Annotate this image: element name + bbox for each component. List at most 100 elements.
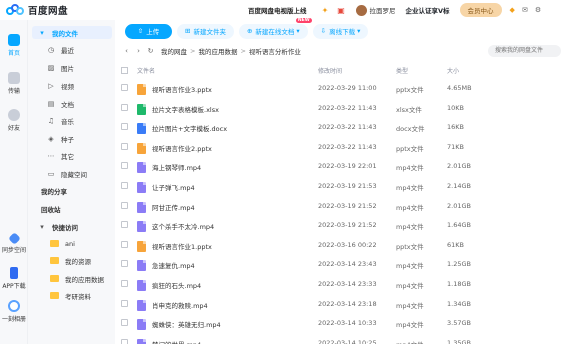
row-checkbox[interactable] <box>121 84 128 91</box>
sidebar-item-my-share[interactable]: 我的分享 <box>32 184 112 197</box>
table-row[interactable]: 这个杀手不太冷.mp4 2022-03-19 21:52 mp4文件 1.64GB <box>115 215 563 234</box>
row-checkbox[interactable] <box>121 182 128 189</box>
mp4-file-icon <box>137 280 146 291</box>
file-name[interactable]: 楚门的世界.mp4 <box>152 339 201 344</box>
file-name[interactable]: 海上钢琴师.mp4 <box>152 162 201 172</box>
tv-version-promo-link[interactable]: 百度网盘电视版上线 <box>248 5 307 15</box>
row-checkbox[interactable] <box>121 299 128 307</box>
table-row[interactable]: 视听语言作业3.pptx 2022-03-29 11:00 pptx文件 4.65MB <box>115 78 563 97</box>
avatar[interactable] <box>355 4 367 16</box>
table-row[interactable]: 急速复仇.mp4 2022-03-14 23:43 mp4文件 1.25GB <box>115 254 563 273</box>
quick-folder-ani[interactable]: ani <box>32 237 112 250</box>
table-row[interactable]: 楚门的世界.mp4 2022-03-14 10:25 mp4文件 1.35GB <box>115 333 563 344</box>
quick-access-header[interactable]: ▾ 快捷访问 <box>32 220 112 233</box>
sidebar-item-my-files[interactable]: ▾ 我的文件 <box>32 26 112 39</box>
file-name[interactable]: 阿甘正传.mp4 <box>152 202 195 212</box>
file-size: 61KB <box>447 240 464 249</box>
refresh-icon[interactable]: ↻ <box>146 47 155 55</box>
table-row[interactable]: 阿甘正传.mp4 2022-03-19 21:52 mp4文件 2.01GB <box>115 196 563 215</box>
rail-album[interactable]: 一刻相册 <box>0 300 28 323</box>
file-name[interactable]: 视听语言作业2.pptx <box>152 143 212 153</box>
row-checkbox[interactable] <box>121 338 128 344</box>
row-checkbox[interactable] <box>121 201 128 209</box>
file-name[interactable]: 拉片图片+文字模板.docx <box>152 123 227 133</box>
offline-download-button[interactable]: ⇩ 离线下载 ▾ <box>312 23 369 39</box>
table-row[interactable]: 拉片图片+文字模板.docx 2022-03-22 11:43 docx文件 16KB <box>115 117 563 136</box>
sidebar-item-hidden-space[interactable]: ▭ 隐藏空间 <box>32 167 112 180</box>
username[interactable]: 拉面罗尼 <box>370 5 396 15</box>
upload-icon: ⇧ <box>137 27 144 35</box>
row-checkbox[interactable] <box>121 280 128 287</box>
table-row[interactable]: 疯狂的石头.mp4 2022-03-14 23:33 mp4文件 1.18GB <box>115 274 563 293</box>
breadcrumb-item[interactable]: 我的应用数据 <box>198 46 237 56</box>
upload-button[interactable]: ⇧ 上传 <box>125 23 172 39</box>
select-all-checkbox[interactable] <box>121 67 128 74</box>
file-type: xlsx文件 <box>396 105 422 114</box>
sidebar-item-recycle-bin[interactable]: 回收站 <box>32 202 112 215</box>
navigation-rail: 首页 传输 好友 同步空间 APP下载 一刻相册 <box>0 20 28 344</box>
sidebar-item-label: 回收站 <box>41 205 61 214</box>
sidebar-item-images[interactable]: ▨ 图片 <box>32 61 112 74</box>
rail-sync-space[interactable]: 同步空间 <box>0 232 28 254</box>
rail-friends[interactable]: 好友 <box>0 109 28 132</box>
new-folder-button[interactable]: ⊞ 新建文件夹 <box>177 23 234 39</box>
file-name[interactable]: 这个杀手不太冷.mp4 <box>152 221 214 231</box>
search-input[interactable] <box>488 45 561 57</box>
sidebar-item-recent[interactable]: ◷ 最近 <box>32 43 112 56</box>
sidebar-item-music[interactable]: ♫ 音乐 <box>32 114 112 127</box>
column-modified[interactable]: 修改时间 <box>318 66 342 75</box>
member-center-button[interactable]: 会员中心 <box>459 3 502 17</box>
row-checkbox[interactable] <box>121 240 128 248</box>
game-icon[interactable]: ✦ <box>321 6 330 15</box>
breadcrumb-item[interactable]: 我的网盘 <box>161 46 187 56</box>
table-row[interactable]: 让子弹飞.mp4 2022-03-19 21:53 mp4文件 2.14GB <box>115 176 563 195</box>
row-checkbox[interactable] <box>121 221 128 229</box>
row-checkbox[interactable] <box>121 162 128 170</box>
file-modified-time: 2022-03-14 10:25 <box>318 338 377 344</box>
column-type[interactable]: 类型 <box>396 66 408 75</box>
file-name[interactable]: 让子弹飞.mp4 <box>152 182 195 192</box>
forward-arrow-icon[interactable]: › <box>134 47 143 55</box>
rail-home[interactable]: 首页 <box>0 34 28 57</box>
row-checkbox[interactable] <box>121 103 128 111</box>
file-name[interactable]: 视听语言作业3.pptx <box>152 84 212 94</box>
sidebar-item-seeds[interactable]: ◈ 种子 <box>32 132 112 145</box>
column-name[interactable]: 文件名 <box>137 66 155 75</box>
file-size: 71KB <box>447 142 464 151</box>
table-row[interactable]: 视听语言作业1.pptx 2022-03-16 00:22 pptx文件 61KB <box>115 235 563 254</box>
sidebar-item-label: 其它 <box>61 152 74 161</box>
file-name[interactable]: 蜘蛛侠：英雄无归.mp4 <box>152 319 221 329</box>
rail-transfer[interactable]: 传输 <box>0 72 28 95</box>
table-row[interactable]: 海上钢琴师.mp4 2022-03-19 22:01 mp4文件 2.01GB <box>115 156 563 175</box>
row-checkbox[interactable] <box>121 123 128 131</box>
sidebar-item-documents[interactable]: ▤ 文档 <box>32 97 112 110</box>
gift-icon[interactable]: ▣ <box>337 6 346 15</box>
file-name[interactable]: 视听语言作业1.pptx <box>152 241 212 251</box>
new-online-doc-button[interactable]: ⊕ 新建在线文档 ▾ NEW <box>238 17 312 39</box>
table-row[interactable]: 肖申克的救赎.mp4 2022-03-14 23:18 mp4文件 1.34GB <box>115 294 563 313</box>
gamepad-icon[interactable]: ◆ <box>510 6 515 14</box>
settings-icon[interactable]: ⚙ <box>535 6 541 14</box>
mail-icon[interactable]: ✉ <box>522 6 528 14</box>
file-name[interactable]: 疯狂的石头.mp4 <box>152 280 201 290</box>
sidebar-item-video[interactable]: ▷ 视频 <box>32 79 112 92</box>
table-row[interactable]: 视听语言作业2.pptx 2022-03-22 11:43 pptx文件 71KB <box>115 137 563 156</box>
back-arrow-icon[interactable]: ‹ <box>122 47 131 55</box>
table-row[interactable]: 蜘蛛侠：英雄无归.mp4 2022-03-14 10:33 mp4文件 3.57GB <box>115 313 563 332</box>
column-size[interactable]: 大小 <box>447 66 459 75</box>
quick-folder-my-resources[interactable]: 我的资源 <box>32 254 112 267</box>
new-online-doc-label: 新建在线文档 <box>255 28 295 36</box>
row-checkbox[interactable] <box>121 319 128 327</box>
file-name[interactable]: 急速复仇.mp4 <box>152 260 195 270</box>
quick-folder-exam-materials[interactable]: 考研资料 <box>32 289 112 302</box>
file-type: mp4文件 <box>396 164 424 173</box>
sidebar-item-other[interactable]: ⋯ 其它 <box>32 149 112 162</box>
row-checkbox[interactable] <box>121 260 128 268</box>
quick-folder-app-data[interactable]: 我的应用数据 <box>32 272 112 285</box>
table-row[interactable]: 拉片文字表格模板.xlsx 2022-03-22 11:43 xlsx文件 10KB <box>115 98 563 117</box>
file-name[interactable]: 肖申克的救赎.mp4 <box>152 300 208 310</box>
row-checkbox[interactable] <box>121 142 128 150</box>
enterprise-vip-link[interactable]: 企业认证享V标 <box>406 5 450 15</box>
file-name[interactable]: 拉片文字表格模板.xlsx <box>152 104 219 114</box>
rail-app-download[interactable]: APP下载 <box>0 267 28 290</box>
